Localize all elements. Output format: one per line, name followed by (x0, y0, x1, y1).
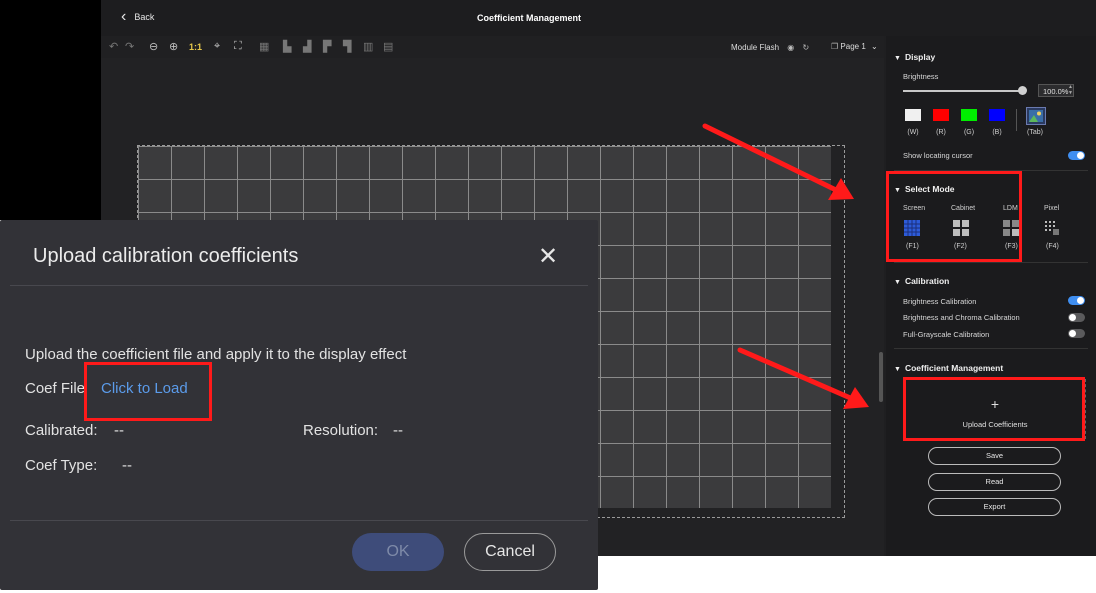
chroma-calibration-toggle[interactable] (1068, 313, 1085, 322)
page-selector[interactable]: ❐ Page 1 ⌄ (831, 42, 878, 51)
caret-down-icon: ▼ (894, 55, 901, 62)
brightness-calibration-toggle[interactable] (1068, 296, 1085, 305)
module-flash-control[interactable]: Module Flash ◉ ↻ (731, 43, 809, 52)
divider (894, 262, 1088, 263)
page-label: Page 1 (840, 42, 866, 51)
chevron-down-icon: ⌄ (871, 42, 878, 51)
coefficient-header[interactable]: ▼ Coefficient Management (894, 363, 1003, 373)
grayscale-calibration-toggle[interactable] (1068, 329, 1085, 338)
background-black (0, 0, 101, 220)
highlight-upload-coefficients (903, 377, 1085, 441)
resolution-value: -- (393, 422, 403, 439)
align-right-icon[interactable]: ▟ (303, 40, 311, 53)
page-title: Coefficient Management (476, 13, 581, 23)
display-section-header[interactable]: ▼ Display (894, 52, 935, 62)
red-arrow-icon (737, 347, 869, 409)
swatch-divider (1016, 109, 1017, 131)
caret-down-icon: ▼ (894, 279, 901, 286)
redo-icon[interactable]: ↷ (125, 40, 134, 53)
pixel-key-label: (F4) (1046, 243, 1059, 250)
resolution-label: Resolution: (303, 422, 379, 439)
page-icon: ❐ (831, 42, 839, 51)
red-swatch[interactable] (933, 109, 949, 121)
red-arrow-icon (702, 123, 854, 200)
white-label: (W) (907, 129, 919, 136)
save-button[interactable]: Save (928, 447, 1061, 465)
grayscale-calibration-label: Full-Grayscale Calibration (903, 330, 990, 339)
cursor-label: Show locating cursor (903, 151, 973, 160)
brightness-slider-handle[interactable] (1018, 86, 1027, 95)
close-icon[interactable]: ✕ (538, 242, 558, 271)
divider (10, 520, 588, 521)
coef-type-label: Coef Type: (25, 457, 98, 474)
ok-button[interactable]: OK (352, 533, 444, 571)
coef-file-label: Coef File (25, 380, 86, 397)
blue-label: (B) (992, 129, 1002, 136)
align-left-icon[interactable]: ▙ (283, 40, 291, 53)
cursor-toggle[interactable] (1068, 151, 1085, 160)
white-swatch[interactable] (905, 109, 921, 121)
vertical-scrollbar[interactable] (879, 352, 883, 402)
caret-down-icon: ▼ (894, 366, 901, 373)
module-flash-label: Module Flash (731, 43, 780, 52)
align-top-icon[interactable]: ▛ (323, 40, 331, 53)
highlight-select-mode (886, 171, 1022, 262)
blue-swatch[interactable] (989, 109, 1005, 121)
export-button[interactable]: Export (928, 498, 1061, 516)
brightness-slider[interactable] (903, 90, 1023, 92)
refresh-icon[interactable]: ↻ (802, 43, 809, 52)
zoom-in-icon[interactable]: ⊕ (169, 40, 178, 53)
coef-type-value: -- (122, 457, 132, 474)
brightness-label: Brightness (903, 72, 939, 81)
coefficient-title: Coefficient Management (904, 363, 1004, 373)
calibration-title: Calibration (904, 276, 950, 286)
divider (894, 348, 1088, 349)
pixel-mode-icon[interactable] (1044, 220, 1060, 236)
dialog-description: Upload the coefficient file and apply it… (25, 346, 407, 363)
calibrated-label: Calibrated: (25, 422, 98, 439)
chroma-calibration-label: Brightness and Chroma Calibration (903, 313, 1020, 322)
brightness-calibration-label: Brightness Calibration (903, 297, 977, 306)
tab-label: (Tab) (1027, 129, 1043, 136)
toolbar: ↶ ↷ ⊖ ⊕ 1:1 ⌖ ⛶ ▦ ▙ ▟ ▛ ▜ ▥ ▤ Module Fla… (101, 36, 884, 58)
brightness-stepper[interactable]: ▲ ▼ (1068, 84, 1073, 96)
fullscreen-icon[interactable]: ⛶ (234, 40, 242, 53)
grid-icon[interactable]: ▦ (259, 40, 269, 53)
fit-icon[interactable]: ⌖ (214, 40, 220, 53)
calibration-header[interactable]: ▼ Calibration (894, 276, 949, 286)
distribute-icon[interactable]: ▥ (363, 40, 373, 53)
zoom-out-icon[interactable]: ⊖ (149, 40, 158, 53)
dialog-title: Upload calibration coefficients (33, 245, 299, 267)
eye-icon[interactable]: ◉ (787, 43, 794, 52)
title-bar: ‹ Back Coefficient Management (101, 0, 1096, 36)
properties-panel: ▼ Display Brightness 100.0% ▲ ▼ (W) (R) (G… (886, 36, 1096, 556)
mode-pixel-label: Pixel (1044, 205, 1060, 212)
read-button[interactable]: Read (928, 473, 1061, 491)
calibrated-value: -- (114, 422, 124, 439)
display-title: Display (904, 52, 936, 62)
red-label: (R) (936, 129, 946, 136)
image-icon[interactable] (1026, 107, 1046, 125)
undo-icon[interactable]: ↶ (109, 40, 118, 53)
green-label: (G) (963, 129, 975, 136)
distribute-vertical-icon[interactable]: ▤ (383, 40, 393, 53)
green-swatch[interactable] (961, 109, 977, 121)
cancel-button[interactable]: Cancel (464, 533, 556, 571)
align-bottom-icon[interactable]: ▜ (343, 40, 351, 53)
divider (10, 285, 588, 286)
zoom-1to1-button[interactable]: 1:1 (189, 42, 202, 52)
highlight-click-to-load (84, 362, 212, 421)
